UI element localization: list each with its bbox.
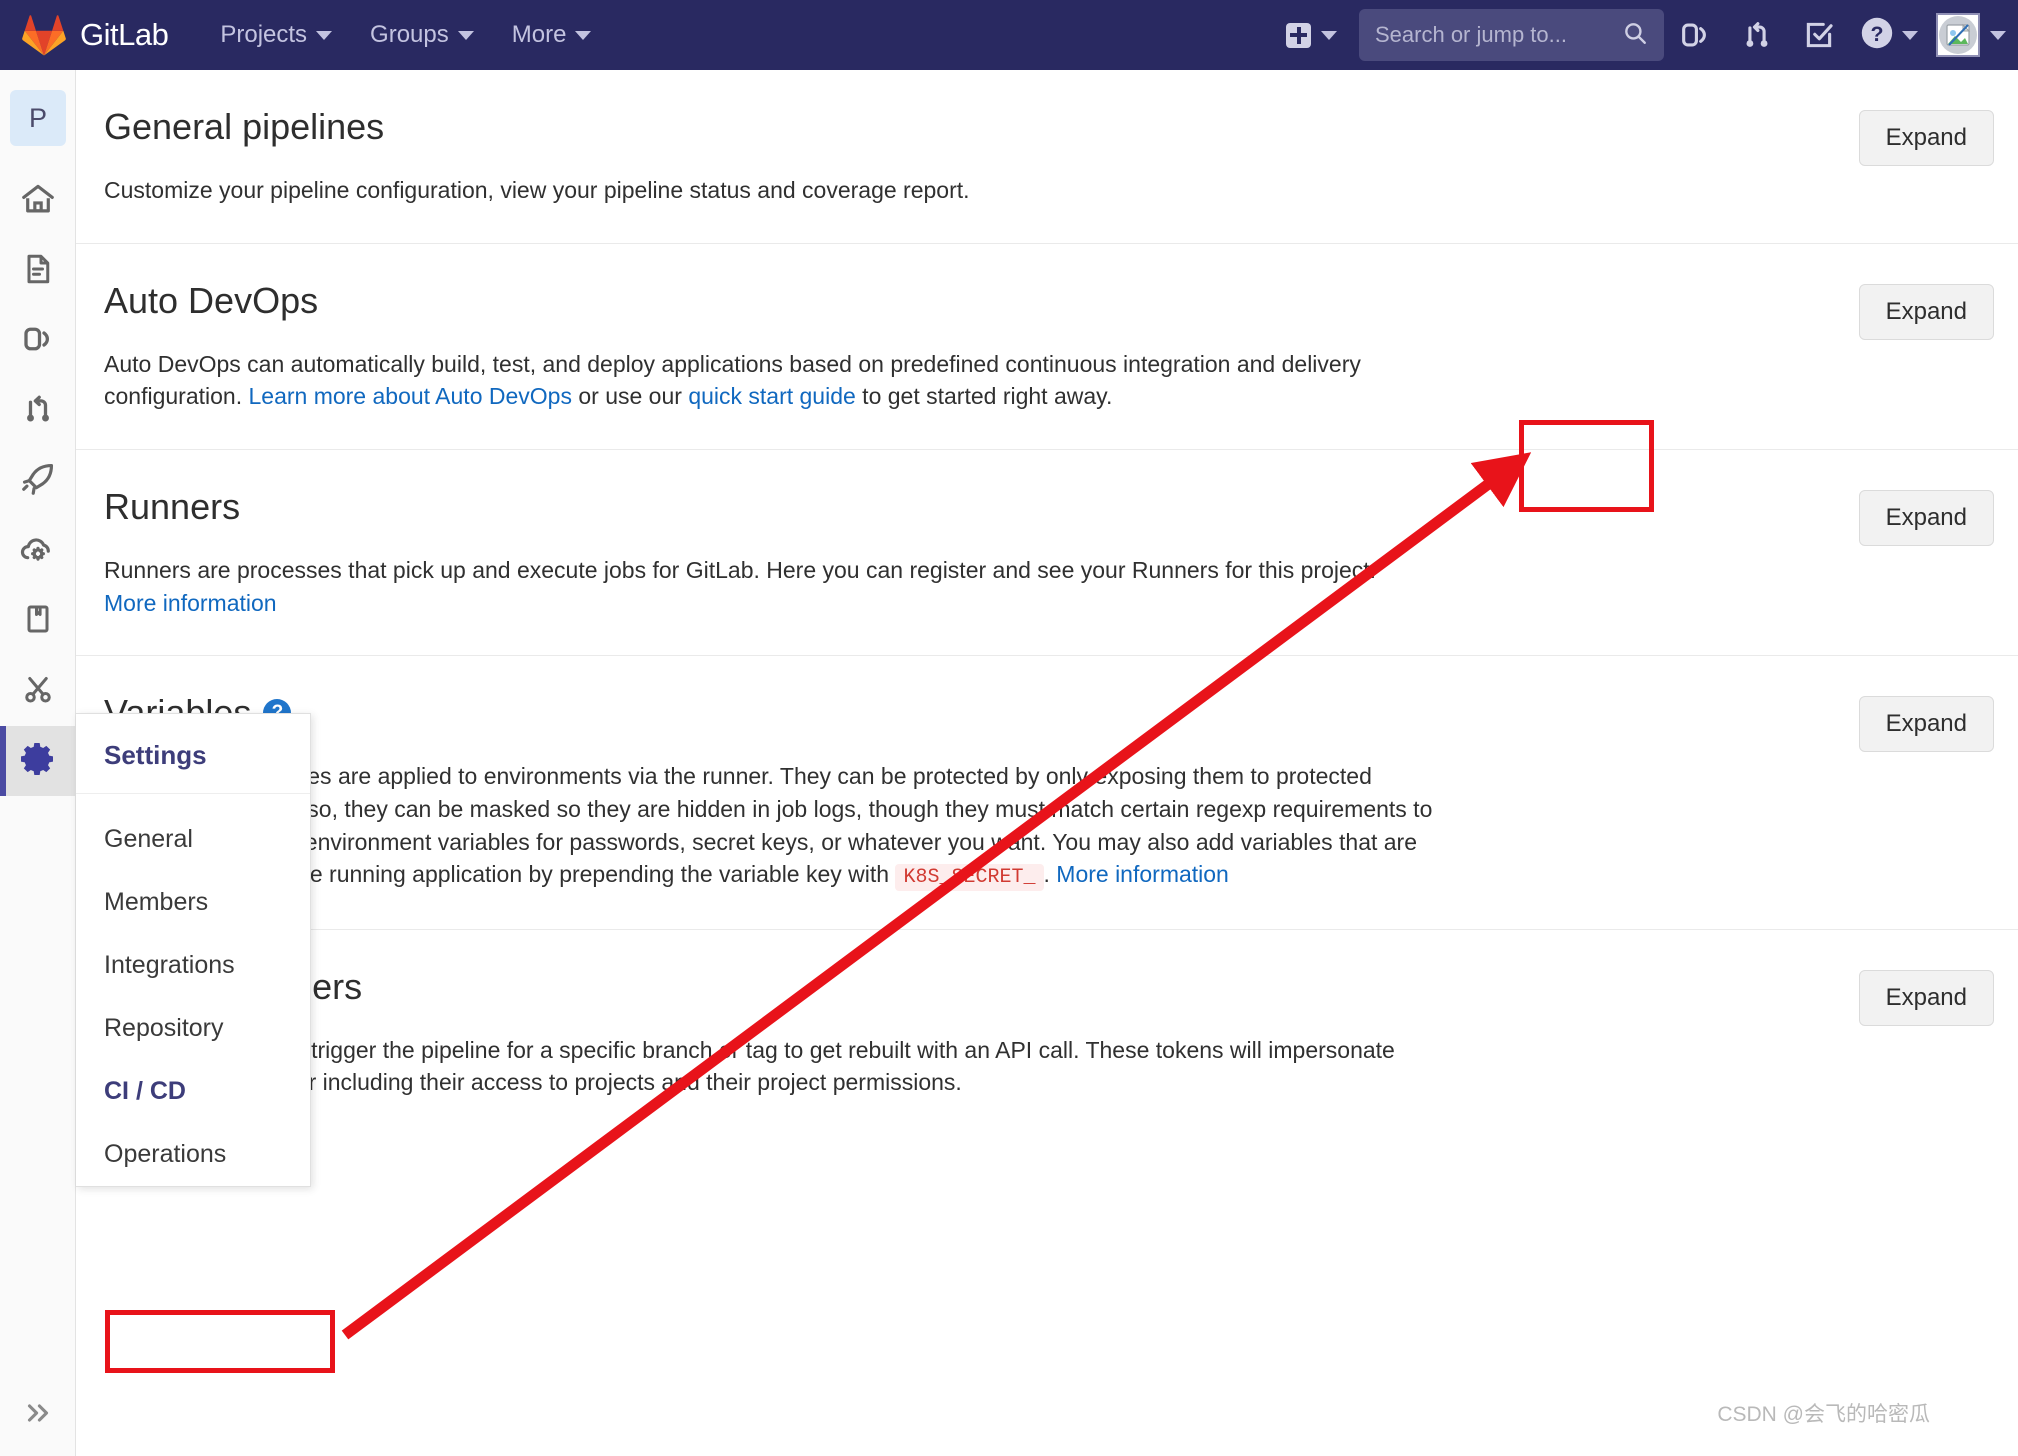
project-overview-icon xyxy=(19,180,57,223)
general-pipelines-expand-button[interactable]: Expand xyxy=(1858,110,1994,166)
sidebar-item-operations[interactable] xyxy=(0,516,76,586)
flyout-item-members[interactable]: Members xyxy=(76,871,310,934)
watermark: CSDN @会飞的哈密瓜 xyxy=(1717,1403,1930,1426)
search-input[interactable]: Search or jump to... xyxy=(1359,9,1664,61)
project-initial: P xyxy=(28,102,47,133)
auto-devops-text-3: to get started right away. xyxy=(855,383,1113,410)
wiki-book-icon xyxy=(20,601,56,642)
auto-devops-text-2: or use our xyxy=(571,383,689,410)
runners-expand-button[interactable]: Expand xyxy=(1858,489,1994,546)
user-menu[interactable] xyxy=(1918,13,2006,57)
quick-start-guide-link[interactable]: quick start guide xyxy=(688,383,855,409)
primary-nav: Projects Groups More xyxy=(220,21,592,49)
help-icon: ? xyxy=(1858,14,1896,57)
section-description: Runners are processes that pick up and e… xyxy=(104,554,1434,619)
plus-square-icon xyxy=(1286,22,1311,48)
search-icon xyxy=(1622,20,1648,51)
brand-name: GitLab xyxy=(80,17,169,52)
sidebar-item-repository[interactable] xyxy=(0,236,76,306)
nav-item-projects[interactable]: Projects xyxy=(220,21,333,49)
sidebar-item-project-overview[interactable] xyxy=(0,166,76,236)
chevron-down-icon xyxy=(316,30,333,40)
flyout-item-operations[interactable]: Operations xyxy=(76,1123,310,1186)
flyout-item-general[interactable]: General xyxy=(76,808,310,871)
chevron-down-icon xyxy=(457,30,474,40)
variables-expand-button[interactable]: Expand xyxy=(1858,696,1994,753)
sidebar-item-cicd[interactable] xyxy=(0,446,76,516)
nav-item-groups-label: Groups xyxy=(370,21,449,48)
section-description: Auto DevOps can automatically build, tes… xyxy=(104,348,1434,413)
learn-more-auto-devops-link[interactable]: Learn more about Auto DevOps xyxy=(248,383,571,409)
help-dropdown[interactable]: ? xyxy=(1850,14,1918,57)
sidebar-item-project-avatar[interactable]: P xyxy=(0,70,76,166)
merge-requests-icon xyxy=(20,391,56,432)
sidebar-item-wiki[interactable] xyxy=(0,586,76,656)
issues-icon xyxy=(20,321,56,362)
gitlab-tanuki-icon xyxy=(22,14,66,56)
search-placeholder: Search or jump to... xyxy=(1375,22,1567,47)
project-avatar: P xyxy=(10,90,66,146)
navbar-right: Search or jump to... ? xyxy=(1286,0,2018,70)
new-item-dropdown[interactable] xyxy=(1286,22,1337,48)
sidebar-item-issues[interactable] xyxy=(0,306,76,376)
flyout-header: Settings xyxy=(76,714,310,794)
auto-devops-expand-button[interactable]: Expand xyxy=(1858,283,1994,340)
todos-icon[interactable] xyxy=(1788,0,1850,70)
chevron-down-icon xyxy=(1902,30,1918,40)
settings-flyout-menu: Settings General Members Integrations Re… xyxy=(76,713,311,1187)
merge-requests-icon[interactable] xyxy=(1726,0,1788,70)
gitlab-home-link[interactable]: GitLab xyxy=(0,14,169,56)
sidebar-item-merge-requests[interactable] xyxy=(0,376,76,446)
flyout-list: General Members Integrations Repository … xyxy=(76,794,310,1186)
flyout-item-integrations[interactable]: Integrations xyxy=(76,934,310,997)
nav-item-groups[interactable]: Groups xyxy=(370,21,474,49)
section-title: Variables? xyxy=(104,692,1918,734)
section-general-pipelines: General pipelines Customize your pipelin… xyxy=(76,70,2018,244)
top-navbar: GitLab Projects Groups More Search or ju… xyxy=(0,0,2018,70)
snippets-scissors-icon xyxy=(20,671,56,712)
nav-item-more-label: More xyxy=(511,21,567,48)
nav-item-projects-label: Projects xyxy=(220,21,308,48)
collapse-sidebar-icon xyxy=(21,1396,55,1435)
settings-gear-icon xyxy=(18,739,58,784)
repository-icon xyxy=(20,251,56,292)
section-description: Customize your pipeline configuration, v… xyxy=(104,177,970,203)
section-pipeline-triggers: Pipeline triggers Add an easy way to tri… xyxy=(76,930,2018,1135)
section-title: Pipeline triggers xyxy=(104,966,1918,1008)
project-sidebar-rail: P xyxy=(0,70,76,1456)
nav-item-more[interactable]: More xyxy=(512,21,592,49)
avatar xyxy=(1936,13,1980,57)
flyout-item-repository[interactable]: Repository xyxy=(76,997,310,1060)
runners-text-1: Runners are processes that pick up and e… xyxy=(104,556,1377,583)
variables-text-2: . xyxy=(1043,861,1057,888)
runners-more-information-link[interactable]: More information xyxy=(104,590,277,616)
chevron-down-icon xyxy=(575,30,592,40)
section-title: Runners xyxy=(104,485,241,527)
variables-more-information-link[interactable]: More information xyxy=(1056,861,1229,887)
section-runners: Runners Runners are processes that pick … xyxy=(76,450,2018,657)
section-auto-devops: Auto DevOps Auto DevOps can automaticall… xyxy=(76,244,2018,450)
sidebar-item-snippets[interactable] xyxy=(0,656,76,726)
chevron-down-icon xyxy=(1321,30,1337,40)
collapse-sidebar-button[interactable] xyxy=(0,1384,76,1446)
pipeline-triggers-expand-button[interactable]: Expand xyxy=(1858,969,1994,1026)
svg-text:?: ? xyxy=(1870,22,1883,46)
k8s-secret-code-chip: K8S_SECRET_ xyxy=(895,864,1044,892)
chevron-down-icon xyxy=(1990,30,2006,40)
issues-icon[interactable] xyxy=(1664,0,1726,70)
flyout-item-ci-cd[interactable]: CI / CD xyxy=(76,1060,310,1123)
cicd-rocket-icon xyxy=(19,460,57,503)
operations-cloud-icon xyxy=(19,530,57,573)
section-title: Auto DevOps xyxy=(104,279,319,321)
section-variables: Variables? Environment variables are app… xyxy=(76,656,2018,930)
section-title: General pipelines xyxy=(104,106,385,147)
sidebar-item-settings[interactable] xyxy=(0,726,76,796)
cicd-settings-page: General pipelines Customize your pipelin… xyxy=(76,70,2018,1456)
